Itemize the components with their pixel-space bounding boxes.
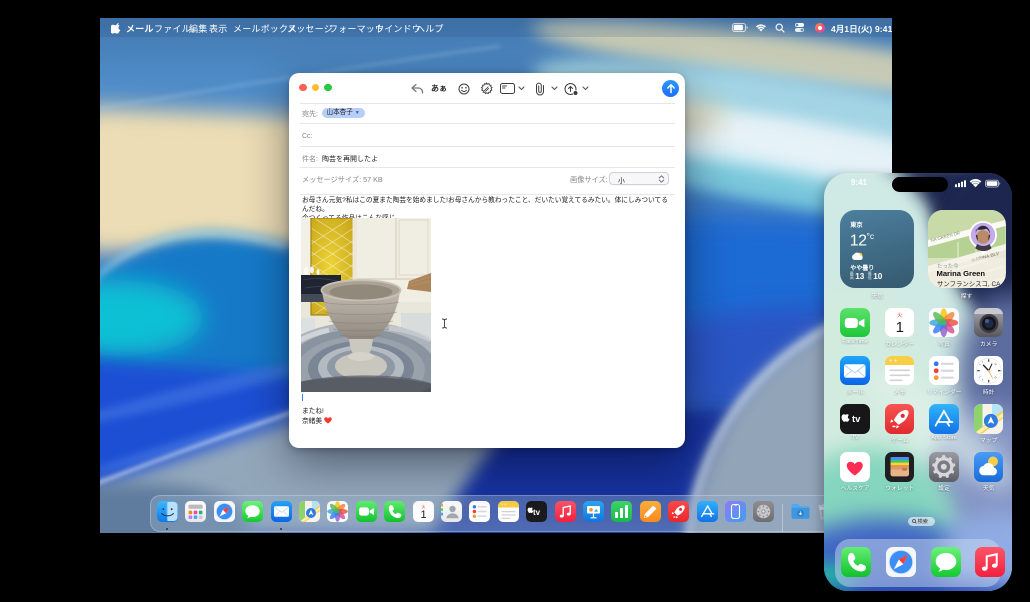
- svg-text:1: 1: [420, 509, 426, 521]
- svg-text:tv: tv: [852, 414, 861, 425]
- svg-text:tv: tv: [533, 507, 541, 516]
- svg-text:1: 1: [895, 319, 903, 336]
